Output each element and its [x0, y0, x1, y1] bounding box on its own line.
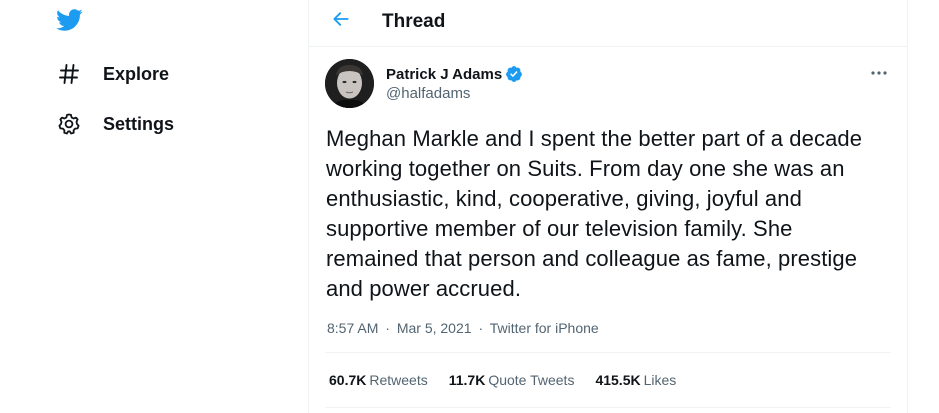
tweet-source[interactable]: Twitter for iPhone	[490, 320, 599, 336]
tweet-stats: 60.7K Retweets 11.7K Quote Tweets 415.5K Li…	[329, 372, 697, 388]
divider	[325, 407, 891, 408]
quote-tweets-stat[interactable]: 11.7K Quote Tweets	[449, 372, 575, 388]
thread-column: Thread Patrick J Adams @halfadams Meghan…	[308, 0, 908, 413]
more-options-icon[interactable]	[869, 66, 889, 80]
quote-tweets-label: Quote Tweets	[488, 372, 575, 388]
nav-item-label: Explore	[103, 63, 170, 84]
meta-separator: ·	[385, 320, 390, 336]
retweets-count: 60.7K	[329, 372, 367, 388]
tweet-meta: 8:57 AM · Mar 5, 2021 · Twitter for iPho…	[327, 320, 599, 336]
tweet-author: Patrick J Adams @halfadams	[325, 59, 523, 108]
retweets-stat[interactable]: 60.7K Retweets	[329, 372, 428, 388]
thread-header: Thread	[309, 0, 907, 47]
tweet-date[interactable]: Mar 5, 2021	[397, 320, 472, 336]
verified-badge-icon	[505, 65, 523, 83]
author-name[interactable]: Patrick J Adams	[386, 66, 502, 83]
quote-tweets-count: 11.7K	[448, 372, 486, 388]
likes-label: Likes	[643, 372, 677, 388]
author-handle[interactable]: @halfadams	[386, 85, 523, 102]
tweet-time[interactable]: 8:57 AM	[327, 320, 378, 336]
likes-stat[interactable]: 415.5K Likes	[595, 372, 676, 388]
retweets-label: Retweets	[369, 372, 428, 388]
nav-item-explore[interactable]: Explore	[56, 59, 169, 89]
page-title: Thread	[382, 11, 446, 32]
tweet-text: Meghan Markle and I spent the better par…	[326, 126, 863, 301]
twitter-bird-icon[interactable]	[54, 6, 84, 34]
avatar[interactable]	[325, 59, 374, 108]
gear-icon	[56, 111, 82, 137]
likes-count: 415.5K	[595, 372, 641, 388]
nav-item-settings[interactable]: Settings	[56, 109, 174, 139]
divider	[325, 352, 891, 353]
meta-separator: ·	[478, 320, 484, 336]
hashtag-icon	[56, 61, 82, 87]
nav-item-label: Settings	[103, 113, 175, 134]
back-arrow-icon[interactable]	[331, 9, 351, 29]
